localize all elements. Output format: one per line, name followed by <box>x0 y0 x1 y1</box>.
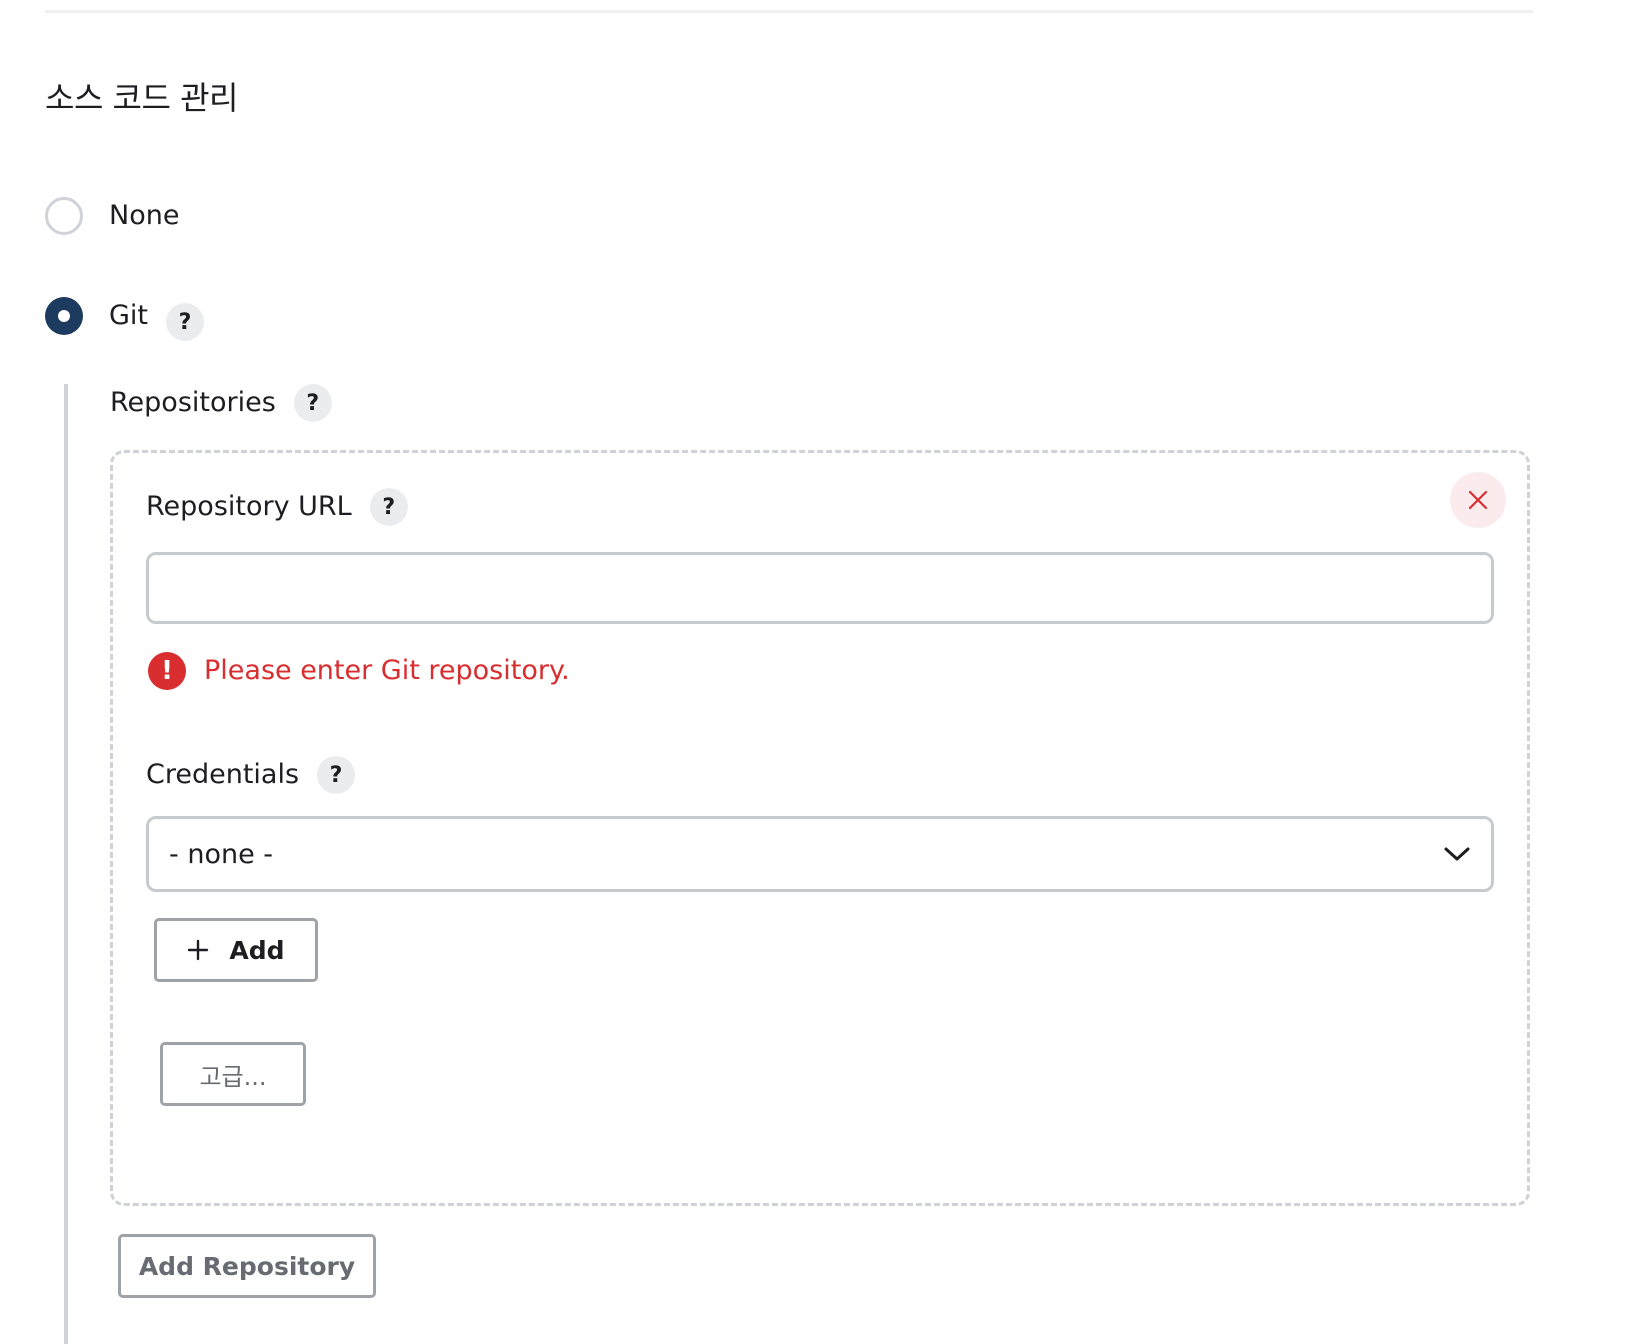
advanced-button[interactable]: 고급... <box>160 1042 306 1106</box>
repository-url-label: Repository URL <box>146 491 352 522</box>
plus-icon <box>187 939 209 961</box>
scm-option-git[interactable]: Git ? <box>45 291 205 341</box>
add-credentials-button[interactable]: Add <box>154 918 318 982</box>
chevron-down-icon <box>1444 847 1470 861</box>
credentials-help-icon[interactable]: ? <box>317 756 356 794</box>
repository-url-help-icon[interactable]: ? <box>369 488 408 526</box>
close-icon <box>1468 490 1488 510</box>
repository-url-error: ! Please enter Git repository. <box>148 652 570 690</box>
credentials-select-value: - none - <box>169 838 274 870</box>
scm-option-git-label: Git <box>109 300 149 331</box>
credentials-label-row: Credentials ? <box>146 756 356 794</box>
repositories-help-icon[interactable]: ? <box>293 384 332 422</box>
credentials-select[interactable]: - none - <box>146 816 1494 892</box>
repository-url-label-row: Repository URL ? <box>146 488 408 526</box>
radio-git[interactable] <box>45 297 83 335</box>
scm-option-none-label: None <box>109 200 180 231</box>
add-repository-button[interactable]: Add Repository <box>118 1234 376 1298</box>
remove-repository-button[interactable] <box>1450 472 1506 528</box>
repository-url-error-text: Please enter Git repository. <box>204 655 570 686</box>
section-title: 소스 코드 관리 <box>45 79 238 117</box>
error-icon: ! <box>148 652 186 690</box>
git-help-icon[interactable]: ? <box>166 303 205 341</box>
repository-url-input[interactable] <box>146 552 1494 624</box>
section-divider <box>45 10 1533 13</box>
git-options-indent-bar <box>64 384 68 1344</box>
repositories-label: Repositories <box>110 387 276 418</box>
add-credentials-button-label: Add <box>229 935 285 965</box>
scm-option-none[interactable]: None <box>45 197 179 235</box>
radio-none[interactable] <box>45 197 83 235</box>
credentials-label: Credentials <box>146 759 300 790</box>
repositories-label-row: Repositories ? <box>110 384 332 422</box>
